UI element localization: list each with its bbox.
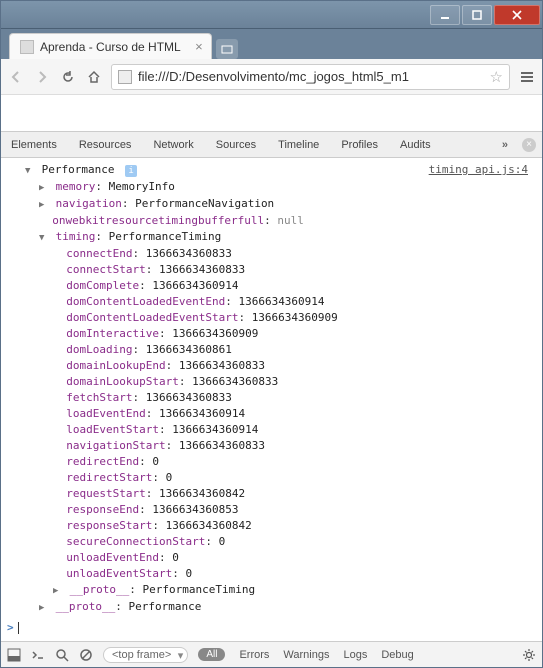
timing-entry: domainLookupStart: 1366634360833 [7, 374, 536, 390]
timing-entry: domLoading: 1366634360861 [7, 342, 536, 358]
devtools-tab-profiles[interactable]: Profiles [337, 139, 382, 151]
console-icon [31, 648, 45, 662]
devtools-tab-sources[interactable]: Sources [212, 139, 260, 151]
filter-all[interactable]: All [198, 648, 225, 661]
tab-close-button[interactable]: × [195, 39, 203, 54]
object-property[interactable]: navigation: PerformanceNavigation [7, 196, 536, 213]
dock-icon [7, 648, 21, 662]
devtools-tab-resources[interactable]: Resources [75, 139, 136, 151]
forward-button[interactable] [33, 68, 51, 86]
browser-tab[interactable]: Aprenda - Curso de HTML × [9, 33, 212, 59]
devtools-tab-timeline[interactable]: Timeline [274, 139, 323, 151]
console-prompt[interactable]: > [7, 620, 536, 636]
minimize-icon [440, 10, 450, 20]
hamburger-icon [519, 69, 535, 85]
object-property[interactable]: __proto__: PerformanceTiming [7, 582, 536, 599]
gear-icon [522, 648, 536, 662]
filter-logs[interactable]: Logs [343, 649, 367, 661]
console-output[interactable]: timing api.js:4 Performance i memory: Me… [1, 158, 542, 641]
timing-entry: domainLookupEnd: 1366634360833 [7, 358, 536, 374]
devtools-panel: Elements Resources Network Sources Timel… [1, 131, 542, 667]
page-body: Elements Resources Network Sources Timel… [1, 95, 542, 667]
dock-button[interactable] [7, 648, 21, 662]
search-button[interactable] [55, 648, 69, 662]
devtools-tabs: Elements Resources Network Sources Timel… [1, 132, 542, 158]
frame-selector[interactable]: <top frame> [103, 647, 188, 663]
page-icon [118, 70, 132, 84]
menu-button[interactable] [518, 68, 536, 86]
timing-entry: navigationStart: 1366634360833 [7, 438, 536, 454]
timing-entry: redirectStart: 0 [7, 470, 536, 486]
object-property: onwebkitresourcetimingbufferfull: null [7, 213, 536, 229]
timing-entry: responseEnd: 1366634360853 [7, 502, 536, 518]
devtools-tab-elements[interactable]: Elements [7, 139, 61, 151]
close-icon [512, 10, 522, 20]
devtools-overflow-button[interactable]: » [502, 139, 508, 151]
devtools-tab-audits[interactable]: Audits [396, 139, 435, 151]
maximize-button[interactable] [462, 5, 492, 25]
bookmark-star-icon[interactable]: ☆ [490, 68, 503, 86]
timing-entry: domInteractive: 1366634360909 [7, 326, 536, 342]
close-button[interactable] [494, 5, 540, 25]
timing-entry: domContentLoadedEventEnd: 1366634360914 [7, 294, 536, 310]
filter-debug[interactable]: Debug [381, 649, 413, 661]
clear-console-button[interactable] [79, 648, 93, 662]
disclosure-triangle-icon[interactable] [39, 179, 49, 196]
disclosure-triangle-icon[interactable] [25, 162, 35, 179]
devtools-tab-network[interactable]: Network [149, 139, 197, 151]
cursor-icon [18, 622, 19, 634]
timing-entry: unloadEventStart: 0 [7, 566, 536, 582]
devtools-statusbar: <top frame> All Errors Warnings Logs Deb… [1, 641, 542, 667]
object-property-timing[interactable]: timing: PerformanceTiming [7, 229, 536, 246]
settings-button[interactable] [522, 648, 536, 662]
back-button[interactable] [7, 68, 25, 86]
search-icon [55, 648, 69, 662]
timing-entry: domContentLoadedEventStart: 136663436090… [7, 310, 536, 326]
timing-entry: loadEventEnd: 1366634360914 [7, 406, 536, 422]
timing-entry: fetchStart: 1366634360833 [7, 390, 536, 406]
timing-entry: responseStart: 1366634360842 [7, 518, 536, 534]
timing-entry: secureConnectionStart: 0 [7, 534, 536, 550]
filter-errors[interactable]: Errors [239, 649, 269, 661]
disclosure-triangle-icon[interactable] [53, 582, 63, 599]
object-property[interactable]: __proto__: Performance [7, 599, 536, 616]
home-icon [86, 69, 102, 85]
filter-warnings[interactable]: Warnings [283, 649, 329, 661]
devtools-close-button[interactable]: × [522, 138, 536, 152]
tab-favicon [20, 40, 34, 54]
browser-window: Aprenda - Curso de HTML × file:///D:/Des… [0, 0, 543, 668]
timing-entry: connectStart: 1366634360833 [7, 262, 536, 278]
timing-entry: redirectEnd: 0 [7, 454, 536, 470]
new-tab-icon [221, 43, 233, 55]
timing-entry: requestStart: 1366634360842 [7, 486, 536, 502]
page-content [1, 95, 542, 131]
home-button[interactable] [85, 68, 103, 86]
url-text: file:///D:/Desenvolvimento/mc_jogos_html… [138, 69, 409, 84]
toggle-console-button[interactable] [31, 648, 45, 662]
address-bar[interactable]: file:///D:/Desenvolvimento/mc_jogos_html… [111, 64, 510, 90]
minimize-button[interactable] [430, 5, 460, 25]
maximize-icon [472, 10, 482, 20]
no-entry-icon [79, 648, 93, 662]
new-tab-button[interactable] [216, 39, 238, 59]
timing-entry: unloadEventEnd: 0 [7, 550, 536, 566]
disclosure-triangle-icon[interactable] [39, 229, 49, 246]
info-icon[interactable]: i [125, 165, 137, 177]
disclosure-triangle-icon[interactable] [39, 196, 49, 213]
disclosure-triangle-icon[interactable] [39, 599, 49, 616]
arrow-right-icon [34, 69, 50, 85]
source-link[interactable]: timing api.js:4 [429, 162, 528, 178]
browser-toolbar: file:///D:/Desenvolvimento/mc_jogos_html… [1, 59, 542, 95]
arrow-left-icon [8, 69, 24, 85]
reload-button[interactable] [59, 68, 77, 86]
timing-entry: domComplete: 1366634360914 [7, 278, 536, 294]
object-property[interactable]: memory: MemoryInfo [7, 179, 536, 196]
timing-entry: loadEventStart: 1366634360914 [7, 422, 536, 438]
tab-title: Aprenda - Curso de HTML [40, 40, 181, 54]
window-titlebar [1, 1, 542, 29]
timing-entry: connectEnd: 1366634360833 [7, 246, 536, 262]
reload-icon [60, 69, 76, 85]
tab-strip: Aprenda - Curso de HTML × [1, 29, 542, 59]
